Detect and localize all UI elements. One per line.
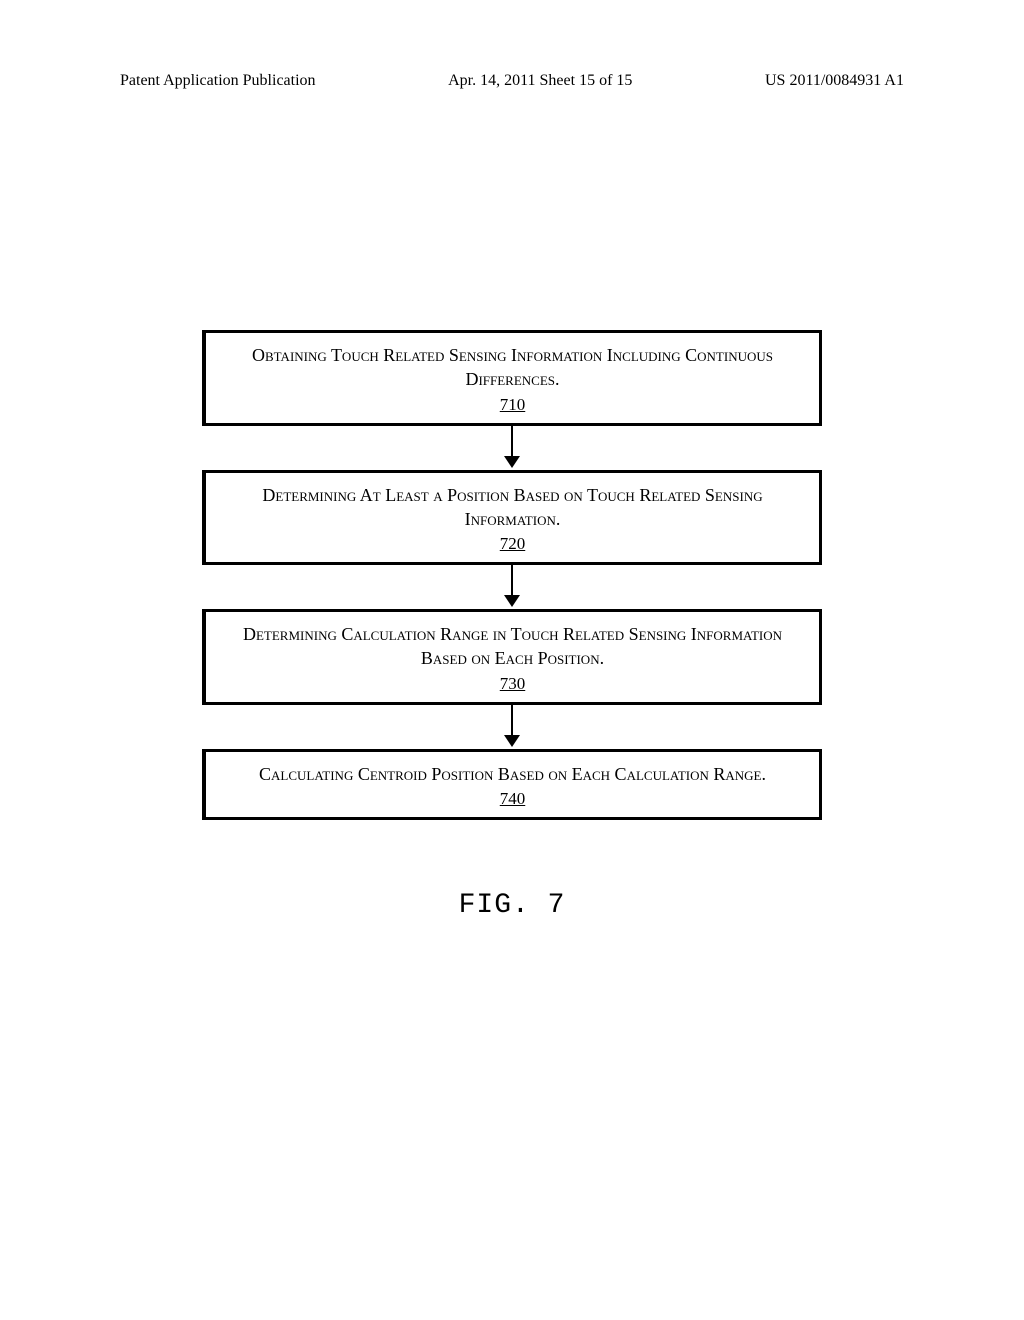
arrow-line-icon	[511, 565, 513, 597]
flow-step-710: Obtaining Touch Related Sensing Informat…	[202, 330, 822, 426]
flow-step-text: Determining At Least a Position Based on…	[224, 483, 801, 532]
header-publication-number: US 2011/0084931 A1	[765, 72, 904, 90]
flow-step-740: Calculating Centroid Position Based on E…	[202, 749, 822, 820]
flow-arrow	[202, 426, 822, 470]
arrow-head-icon	[504, 595, 520, 607]
flow-step-number: 720	[500, 533, 526, 556]
arrow-line-icon	[511, 705, 513, 737]
arrow-head-icon	[504, 735, 520, 747]
flow-step-730: Determining Calculation Range in Touch R…	[202, 609, 822, 705]
arrow-head-icon	[504, 456, 520, 468]
flow-step-text: Calculating Centroid Position Based on E…	[224, 762, 801, 786]
flow-arrow	[202, 705, 822, 749]
header-publication-type: Patent Application Publication	[120, 72, 316, 90]
page-header: Patent Application Publication Apr. 14, …	[0, 72, 1024, 90]
flow-step-text: Determining Calculation Range in Touch R…	[224, 622, 801, 671]
header-date-sheet: Apr. 14, 2011 Sheet 15 of 15	[448, 72, 632, 90]
arrow-line-icon	[511, 426, 513, 458]
flow-step-720: Determining At Least a Position Based on…	[202, 470, 822, 566]
figure-label: FIG. 7	[459, 890, 566, 921]
flow-step-number: 740	[500, 788, 526, 811]
flowchart: Obtaining Touch Related Sensing Informat…	[202, 330, 822, 820]
flow-arrow	[202, 565, 822, 609]
flow-step-text: Obtaining Touch Related Sensing Informat…	[224, 343, 801, 392]
flow-step-number: 710	[500, 394, 526, 417]
flow-step-number: 730	[500, 673, 526, 696]
